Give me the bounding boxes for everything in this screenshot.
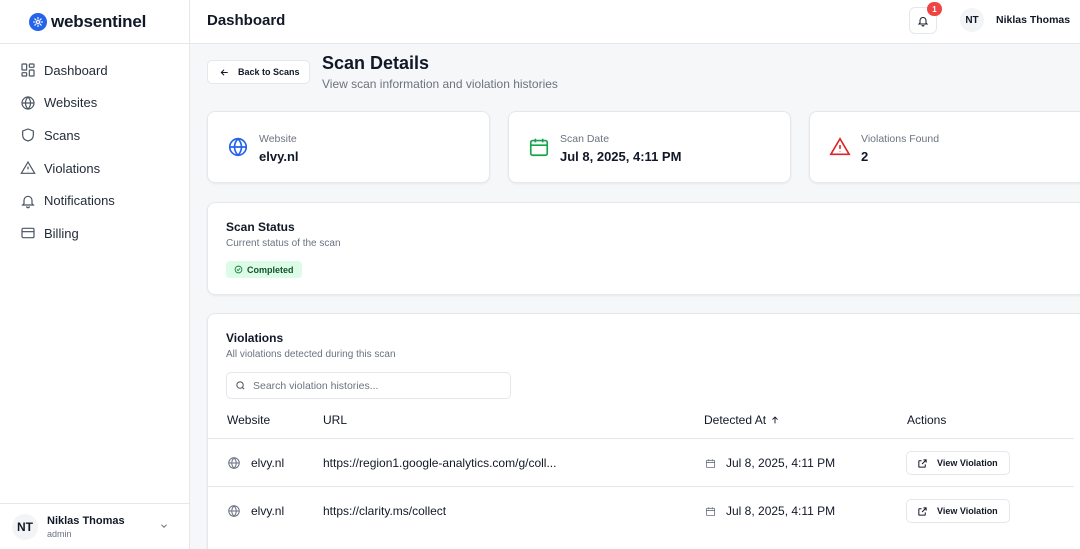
view-violation-button[interactable]: View Violation xyxy=(906,499,1010,523)
website-card: Website elvy.nl xyxy=(207,111,490,183)
chevron-down-icon[interactable] xyxy=(159,521,169,531)
column-header-label: Detected At xyxy=(704,413,767,427)
sidebar: websentinel Dashboard Websites Scans Vio… xyxy=(0,0,190,549)
scan-date-label: Scan Date xyxy=(560,133,610,145)
violations-subtitle: All violations detected during this scan xyxy=(226,349,396,360)
sidebar-user-menu[interactable]: NT Niklas Thomas admin xyxy=(0,503,189,549)
calendar-icon xyxy=(529,138,549,157)
globe-icon xyxy=(228,456,240,470)
sidebar-item-label: Dashboard xyxy=(44,62,108,78)
status-badge: Completed xyxy=(226,261,302,278)
scan-date-value: Jul 8, 2025, 4:11 PM xyxy=(560,149,682,164)
globe-icon xyxy=(228,504,240,518)
back-to-scans-button[interactable]: Back to Scans xyxy=(207,60,310,84)
sidebar-item-label: Websites xyxy=(44,95,98,111)
user-name: Niklas Thomas xyxy=(47,514,125,527)
arrow-up-icon xyxy=(772,416,778,424)
globe-icon xyxy=(21,96,35,110)
cell-url: https://region1.google-analytics.com/g/c… xyxy=(323,456,557,470)
violations-found-card: Violations Found 2 xyxy=(809,111,1080,183)
sidebar-item-websites[interactable]: Websites xyxy=(0,87,189,120)
avatar[interactable]: NT xyxy=(960,8,984,32)
sidebar-item-dashboard[interactable]: Dashboard xyxy=(0,54,189,87)
cell-website: elvy.nl xyxy=(227,504,284,518)
column-header-detected-at[interactable]: Detected At xyxy=(704,413,780,427)
warning-triangle-icon xyxy=(829,137,851,156)
cell-website-text: elvy.nl xyxy=(251,504,285,518)
bell-icon xyxy=(917,16,929,26)
website-label: Website xyxy=(259,133,297,145)
sidebar-item-label: Violations xyxy=(44,160,101,176)
view-violation-label: View Violation xyxy=(937,458,998,468)
cell-website-text: elvy.nl xyxy=(251,456,285,470)
notification-count-badge: 1 xyxy=(927,2,942,16)
sidebar-item-scans[interactable]: Scans xyxy=(0,119,189,152)
external-link-icon xyxy=(918,506,927,516)
table-row: elvy.nl https://region1.google-analytics… xyxy=(208,438,1074,486)
logo-icon xyxy=(29,12,47,31)
back-button-label: Back to Scans xyxy=(238,67,300,77)
warning-triangle-icon xyxy=(20,160,36,175)
scan-status-subtitle: Current status of the scan xyxy=(226,238,341,249)
scan-date-card: Scan Date Jul 8, 2025, 4:11 PM xyxy=(508,111,791,183)
sidebar-item-notifications[interactable]: Notifications xyxy=(0,184,189,217)
user-role: admin xyxy=(47,528,72,539)
page-title: Scan Details xyxy=(322,53,430,73)
dashboard-grid-icon xyxy=(21,63,35,77)
sidebar-item-billing[interactable]: Billing xyxy=(0,217,189,250)
globe-icon xyxy=(228,137,248,157)
violations-search[interactable] xyxy=(226,372,511,399)
calendar-icon xyxy=(705,506,716,516)
header-user-name[interactable]: Niklas Thomas xyxy=(996,14,1070,26)
cell-website: elvy.nl xyxy=(227,456,284,470)
table-row: elvy.nl https://clarity.ms/collect Jul 8… xyxy=(208,486,1074,534)
bell-icon xyxy=(21,195,35,208)
header-title: Dashboard xyxy=(207,12,286,29)
violations-title: Violations xyxy=(226,331,284,345)
sidebar-item-label: Scans xyxy=(44,127,81,143)
column-header-url[interactable]: URL xyxy=(323,413,347,427)
brand-logo[interactable]: websentinel xyxy=(0,0,189,44)
search-icon xyxy=(236,381,245,390)
scan-status-title: Scan Status xyxy=(226,220,295,234)
sidebar-nav: Dashboard Websites Scans Violations Noti… xyxy=(0,44,189,250)
cell-detected-at-text: Jul 8, 2025, 4:11 PM xyxy=(726,456,836,470)
cell-detected-at: Jul 8, 2025, 4:11 PM xyxy=(705,456,835,470)
page-subtitle: View scan information and violation hist… xyxy=(322,77,558,91)
scan-status-card: Scan Status Current status of the scan C… xyxy=(207,202,1080,295)
avatar: NT xyxy=(12,513,38,540)
top-header: Dashboard 1 NT Niklas Thomas xyxy=(190,0,1080,44)
calendar-icon xyxy=(705,458,716,468)
external-link-icon xyxy=(918,458,927,468)
status-badge-label: Completed xyxy=(247,264,294,275)
search-input[interactable] xyxy=(253,379,493,392)
check-circle-icon xyxy=(234,265,243,274)
violations-card: Violations All violations detected durin… xyxy=(207,313,1080,549)
column-header-actions: Actions xyxy=(907,413,947,427)
cell-detected-at: Jul 8, 2025, 4:11 PM xyxy=(705,504,835,518)
view-violation-label: View Violation xyxy=(937,506,998,516)
sidebar-item-violations[interactable]: Violations xyxy=(0,152,189,185)
violations-found-value: 2 xyxy=(861,149,869,164)
violations-found-label: Violations Found xyxy=(861,133,940,145)
arrow-left-icon xyxy=(220,68,228,76)
website-value: elvy.nl xyxy=(259,149,299,164)
cell-url: https://clarity.ms/collect xyxy=(323,504,447,518)
credit-card-icon xyxy=(21,227,35,239)
shield-icon xyxy=(22,128,34,143)
view-violation-button[interactable]: View Violation xyxy=(906,451,1010,475)
cell-detected-at-text: Jul 8, 2025, 4:11 PM xyxy=(726,504,836,518)
sidebar-item-label: Notifications xyxy=(44,193,115,209)
sidebar-item-label: Billing xyxy=(44,225,79,241)
brand-name: websentinel xyxy=(51,11,147,31)
column-header-website[interactable]: Website xyxy=(227,413,270,427)
